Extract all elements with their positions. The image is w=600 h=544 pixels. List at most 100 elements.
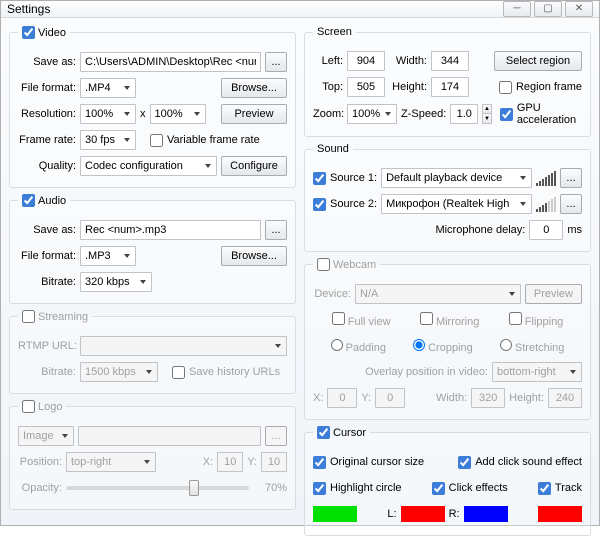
logo-opacity-slider[interactable] (66, 486, 249, 490)
screen-left-input[interactable] (347, 51, 385, 71)
screen-region-frame-label: Region frame (516, 81, 582, 93)
sound-source1-select[interactable]: Default playback device (381, 168, 532, 188)
video-res-width-select[interactable]: 100% (80, 104, 136, 124)
sound-source2-select[interactable]: Микрофон (Realtek High (381, 194, 532, 214)
webcam-mirroring-checkbox[interactable] (420, 312, 433, 325)
volume-icon[interactable] (536, 196, 556, 212)
streaming-history-checkbox[interactable] (172, 366, 185, 379)
screen-select-region-button[interactable]: Select region (494, 51, 582, 71)
logo-position-select[interactable]: top-right (66, 452, 156, 472)
video-res-height-select[interactable]: 100% (150, 104, 206, 124)
logo-opacity-label: Opacity: (18, 482, 62, 494)
webcam-padding-radio[interactable] (331, 339, 343, 351)
webcam-device-select[interactable]: N/A (355, 284, 521, 304)
logo-position-label: Position: (18, 456, 62, 468)
streaming-rtmp-select[interactable] (80, 336, 287, 356)
screen-gpu-label: GPU acceleration (517, 102, 582, 126)
cursor-highlight-checkbox[interactable] (313, 482, 326, 495)
webcam-width-label: Width: (436, 392, 467, 404)
cursor-r-color[interactable] (464, 506, 508, 522)
webcam-y-label: Y: (361, 392, 371, 404)
webcam-height-label: Height: (509, 392, 544, 404)
video-enable-checkbox[interactable] (22, 26, 35, 39)
cursor-original-checkbox[interactable] (313, 456, 326, 469)
screen-top-input[interactable] (347, 77, 385, 97)
logo-y-input[interactable] (261, 452, 287, 472)
settings-window: Settings ─ ▢ ✕ Video Save as: ... File f… (0, 0, 600, 526)
cursor-track-color[interactable] (538, 506, 582, 522)
streaming-enable-checkbox[interactable] (22, 310, 35, 323)
volume-icon[interactable] (536, 170, 556, 186)
cursor-highlight-color[interactable] (313, 506, 357, 522)
sound-source2-options-button[interactable]: ... (560, 194, 582, 214)
screen-width-input[interactable] (431, 51, 469, 71)
webcam-overlay-select[interactable]: bottom-right (492, 362, 582, 382)
streaming-rtmp-label: RTMP URL: (18, 340, 76, 352)
video-quality-label: Quality: (18, 160, 76, 172)
audio-bitrate-select[interactable]: 320 kbps (80, 272, 152, 292)
logo-enable-checkbox[interactable] (22, 400, 35, 413)
webcam-x-label: X: (313, 392, 323, 404)
close-button[interactable]: ✕ (565, 1, 593, 17)
sound-source1-label: Source 1: (330, 172, 377, 184)
streaming-history-label: Save history URLs (189, 366, 280, 378)
audio-format-select[interactable]: .MP3 (80, 246, 136, 266)
screen-zspeed-stepper[interactable]: ▲▼ (482, 104, 492, 124)
screen-gpu-checkbox[interactable] (500, 108, 513, 121)
video-quality-select[interactable]: Codec configuration (80, 156, 217, 176)
audio-browse-button[interactable]: Browse... (221, 246, 287, 266)
video-framerate-select[interactable]: 30 fps (80, 130, 136, 150)
webcam-preview-button[interactable]: Preview (525, 284, 582, 304)
video-resolution-label: Resolution: (18, 108, 76, 120)
logo-browse-button[interactable]: ... (265, 426, 287, 446)
video-group: Video Save as: ... File format: .MP4 Bro… (9, 26, 296, 188)
sound-source2-label: Source 2: (330, 198, 377, 210)
streaming-bitrate-label: Bitrate: (18, 366, 76, 378)
webcam-flipping-checkbox[interactable] (509, 312, 522, 325)
logo-x-input[interactable] (217, 452, 243, 472)
sound-source1-checkbox[interactable] (313, 172, 326, 185)
logo-type-select[interactable]: Image (18, 426, 74, 446)
webcam-y-input[interactable] (375, 388, 405, 408)
webcam-width-input[interactable] (471, 388, 505, 408)
maximize-button[interactable]: ▢ (534, 1, 562, 17)
minimize-button[interactable]: ─ (503, 1, 531, 17)
left-column: Video Save as: ... File format: .MP4 Bro… (9, 26, 296, 536)
webcam-enable-checkbox[interactable] (317, 258, 330, 271)
streaming-bitrate-select[interactable]: 1500 kbps (80, 362, 158, 382)
video-configure-button[interactable]: Configure (221, 156, 287, 176)
video-save-as-input[interactable] (80, 52, 261, 72)
webcam-stretching-label: Stretching (515, 342, 565, 354)
video-format-label: File format: (18, 82, 76, 94)
webcam-height-input[interactable] (548, 388, 582, 408)
screen-zoom-select[interactable]: 100% (347, 104, 397, 124)
sound-source2-checkbox[interactable] (313, 198, 326, 211)
webcam-device-label: Device: (313, 288, 351, 300)
audio-save-as-browse-button[interactable]: ... (265, 220, 287, 240)
screen-zspeed-input[interactable] (450, 104, 478, 124)
screen-region-frame-checkbox[interactable] (499, 81, 512, 94)
screen-top-label: Top: (313, 81, 343, 93)
screen-height-input[interactable] (431, 77, 469, 97)
logo-path-input[interactable] (78, 426, 261, 446)
sound-mic-delay-input[interactable] (529, 220, 563, 240)
cursor-track-checkbox[interactable] (538, 482, 551, 495)
sound-source1-options-button[interactable]: ... (560, 168, 582, 188)
video-save-as-browse-button[interactable]: ... (265, 52, 287, 72)
audio-save-as-input[interactable] (80, 220, 261, 240)
webcam-cropping-radio[interactable] (413, 339, 425, 351)
logo-legend: Logo (38, 401, 62, 413)
video-browse-button[interactable]: Browse... (221, 78, 287, 98)
cursor-l-color[interactable] (401, 506, 445, 522)
webcam-fullview-checkbox[interactable] (332, 312, 345, 325)
webcam-stretching-radio[interactable] (500, 339, 512, 351)
video-vfr-checkbox[interactable] (150, 134, 163, 147)
audio-enable-checkbox[interactable] (22, 194, 35, 207)
video-preview-button[interactable]: Preview (221, 104, 287, 124)
cursor-enable-checkbox[interactable] (317, 426, 330, 439)
cursor-clickeffects-checkbox[interactable] (432, 482, 445, 495)
cursor-clicksound-checkbox[interactable] (458, 456, 471, 469)
webcam-x-input[interactable] (327, 388, 357, 408)
cursor-clicksound-label: Add click sound effect (475, 456, 582, 468)
video-format-select[interactable]: .MP4 (80, 78, 136, 98)
